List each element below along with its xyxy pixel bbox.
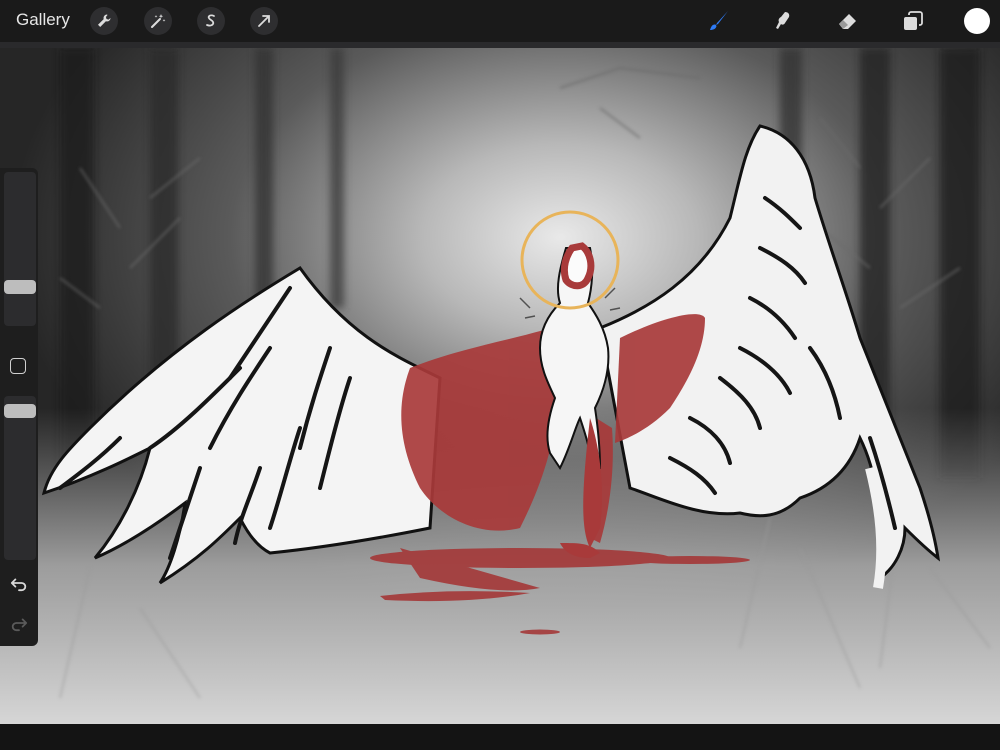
brush-size-handle[interactable]: [4, 280, 36, 294]
redo-icon[interactable]: [9, 613, 29, 633]
drawing-canvas[interactable]: [0, 48, 1000, 724]
artwork: [0, 48, 1000, 724]
smudge-icon[interactable]: [768, 6, 798, 36]
eraser-icon[interactable]: [833, 6, 863, 36]
selection-icon[interactable]: [197, 7, 225, 35]
adjustments-icon[interactable]: [144, 7, 172, 35]
transform-icon[interactable]: [250, 7, 278, 35]
layers-icon[interactable]: [898, 6, 928, 36]
opacity-handle[interactable]: [4, 404, 36, 418]
color-picker-swatch[interactable]: [964, 8, 990, 34]
actions-icon[interactable]: [90, 7, 118, 35]
undo-icon[interactable]: [9, 573, 29, 593]
bottom-bar: [0, 724, 1000, 750]
top-toolbar: Gallery: [0, 0, 1000, 42]
modify-button[interactable]: [10, 358, 26, 374]
brush-size-slider[interactable]: [4, 172, 36, 326]
opacity-slider[interactable]: [4, 396, 36, 560]
side-panel: [0, 168, 38, 646]
brush-icon[interactable]: [703, 6, 733, 36]
gallery-button[interactable]: Gallery: [16, 10, 70, 30]
